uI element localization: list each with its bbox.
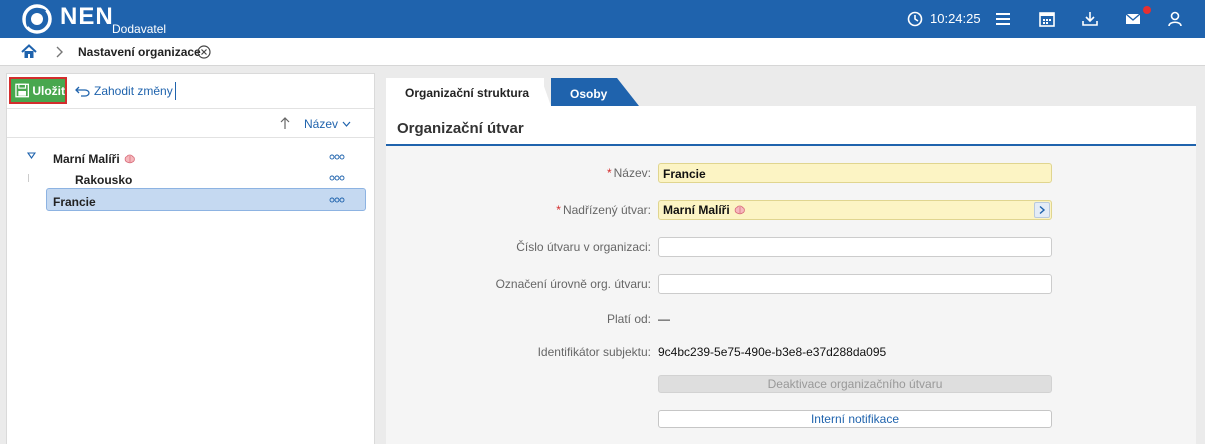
tree-item-label: Rakousko bbox=[75, 173, 133, 187]
top-bar: NEN Dodavatel 10:24:25 bbox=[0, 0, 1205, 38]
detail-panel: Osoby Organizační struktura Organizační … bbox=[386, 78, 1196, 444]
discard-changes-label: Zahodit změny bbox=[94, 84, 173, 98]
breadcrumb: Nastavení organizace bbox=[0, 38, 1205, 66]
brand-subtitle: Dodavatel bbox=[112, 22, 167, 36]
sort-ascending-icon[interactable] bbox=[279, 116, 291, 130]
chevron-right-icon bbox=[56, 46, 63, 58]
chevron-down-icon bbox=[342, 121, 351, 127]
download-icon[interactable] bbox=[1081, 10, 1099, 28]
brain-icon bbox=[734, 205, 745, 215]
session-clock: 10:24:25 bbox=[930, 11, 981, 26]
subject-id-value: 9c4bc239-5e75-490e-b3e8-e37d288da095 bbox=[658, 345, 887, 359]
org-unit-form: * Název: Francie * Nadřízený útvar: Marní … bbox=[386, 146, 1196, 444]
notification-badge bbox=[1143, 6, 1151, 14]
tree-item-label: Francie bbox=[53, 195, 96, 209]
save-button[interactable]: Uložit bbox=[9, 77, 67, 104]
name-field[interactable]: Francie bbox=[658, 163, 1052, 183]
unit-level-field[interactable] bbox=[658, 274, 1052, 294]
tree-item-marni-maliri[interactable]: Marní Malíři bbox=[7, 148, 374, 168]
tree-item-label: Marní Malíři bbox=[53, 152, 136, 166]
save-icon bbox=[15, 83, 30, 98]
toolbar-cursor bbox=[175, 82, 176, 100]
nen-logo-icon[interactable] bbox=[22, 4, 52, 34]
brain-icon bbox=[124, 154, 135, 164]
tree-toolbar: Uložit Zahodit změny bbox=[7, 74, 374, 108]
deactivate-unit-button[interactable]: Deaktivace organizačního útvaru bbox=[658, 375, 1052, 393]
calendar-icon[interactable] bbox=[1038, 10, 1056, 28]
tree-item-rakousko[interactable]: Rakousko bbox=[7, 169, 374, 189]
parent-unit-field[interactable]: Marní Malíři bbox=[658, 200, 1052, 220]
save-button-label: Uložit bbox=[32, 83, 65, 98]
section-title: Organizační útvar bbox=[397, 120, 524, 137]
parent-unit-value: Marní Malíři bbox=[663, 203, 730, 217]
more-options-icon[interactable] bbox=[329, 154, 345, 160]
close-icon[interactable] bbox=[197, 45, 211, 59]
expand-toggle-icon[interactable] bbox=[27, 152, 36, 159]
internal-notifications-button[interactable]: Interní notifikace bbox=[658, 410, 1052, 428]
org-unit-card: Organizační útvar * Název: Francie * Nadří… bbox=[386, 106, 1196, 444]
name-label: * Název: bbox=[606, 166, 651, 180]
clock-icon bbox=[907, 11, 923, 27]
sort-label: Název bbox=[304, 117, 339, 131]
unit-number-label: Číslo útvaru v organizaci: bbox=[516, 240, 651, 254]
menu-icon[interactable] bbox=[994, 10, 1012, 28]
undo-icon bbox=[75, 86, 90, 97]
home-icon[interactable] bbox=[21, 44, 37, 59]
tab-active-tip bbox=[541, 78, 551, 106]
user-icon[interactable] bbox=[1166, 10, 1184, 28]
lookup-button[interactable] bbox=[1034, 202, 1050, 218]
tab-osoby[interactable]: Osoby bbox=[570, 87, 607, 101]
org-tree-panel: Uložit Zahodit změny Název Marní Malíři bbox=[6, 73, 375, 444]
unit-level-label: Označení úrovně org. útvaru: bbox=[495, 277, 651, 291]
discard-changes-button[interactable]: Zahodit změny bbox=[75, 84, 173, 98]
tree-item-francie[interactable]: Francie bbox=[7, 191, 374, 211]
unit-number-field[interactable] bbox=[658, 237, 1052, 257]
brand-name: NEN bbox=[60, 3, 114, 30]
tab-organizacni-struktura[interactable]: Organizační struktura bbox=[386, 78, 544, 106]
subject-id-label: Identifikátor subjektu: bbox=[537, 345, 651, 359]
more-options-icon[interactable] bbox=[329, 197, 345, 203]
valid-from-value: — bbox=[658, 312, 670, 326]
chevron-right-icon bbox=[1039, 205, 1046, 215]
sort-by-name-dropdown[interactable]: Název bbox=[304, 117, 351, 131]
parent-unit-label: * Nadřízený útvar: bbox=[556, 203, 651, 217]
tree-sort-row: Název bbox=[7, 108, 374, 138]
breadcrumb-current: Nastavení organizace bbox=[78, 45, 201, 59]
mail-icon[interactable] bbox=[1124, 10, 1142, 28]
more-options-icon[interactable] bbox=[329, 175, 345, 181]
valid-from-label: Platí od: bbox=[606, 312, 651, 326]
